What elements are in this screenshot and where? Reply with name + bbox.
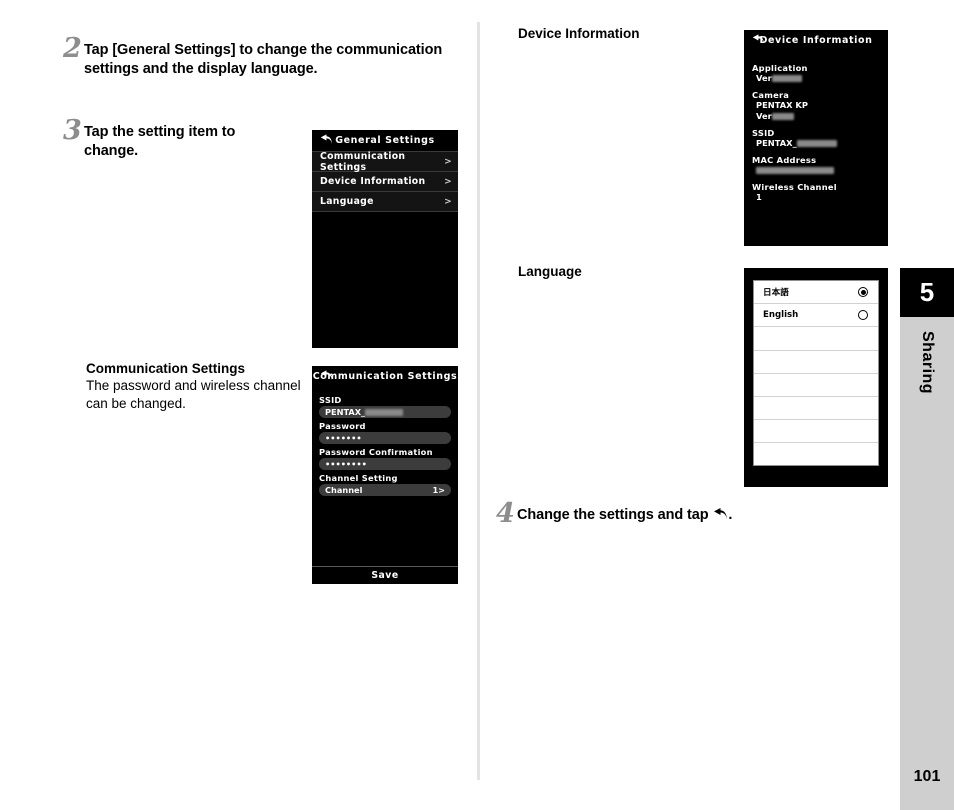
communication-settings-body: SSID PENTAX_XXXXXX Password ••••••• Pass… [312, 387, 458, 496]
language-option-english[interactable]: English [754, 304, 878, 328]
chapter-rail: 5 Sharing [900, 268, 954, 810]
back-arrow-icon [714, 508, 728, 520]
step-2-text: Tap [General Settings] to change the com… [84, 42, 443, 77]
redacted-ssid: XXXXXX [365, 409, 404, 416]
empty-area [312, 211, 458, 212]
chevron-right-icon: > [444, 196, 452, 207]
list-item-communication-settings[interactable]: Communication Settings > [312, 150, 458, 173]
list-item-label: Language [320, 196, 374, 207]
step-4: 4 Change the settings and tap . [496, 498, 826, 529]
ssid-value: PENTAX_XXXXXX [752, 138, 888, 149]
password-label: Password [319, 421, 366, 431]
mac-address-key: MAC Address [752, 155, 817, 165]
back-arrow-icon[interactable] [751, 34, 765, 47]
password-confirmation-value: •••••••• [325, 459, 367, 469]
application-version: VerXXXX [752, 73, 888, 84]
step-3-number: 3 [63, 115, 82, 146]
redacted-mac-address: XX:XX:XX:XX:XX:XX [756, 167, 834, 174]
step-3-text: Tap the setting item to change. [84, 124, 236, 159]
language-option-empty [754, 327, 878, 351]
list-item-label: Communication Settings [320, 150, 406, 173]
caption-title: Language [518, 264, 582, 279]
chapter-number: 5 [900, 268, 954, 317]
list-item-label: Device Information [320, 176, 426, 187]
manual-page: 2 Tap [General Settings] to change the c… [0, 0, 954, 810]
language-option-empty [754, 443, 878, 466]
back-arrow-icon[interactable] [319, 370, 333, 383]
radio-unselected-icon[interactable] [858, 310, 868, 321]
chevron-right-icon: > [444, 176, 452, 187]
step-2: 2 Tap [General Settings] to change the c… [63, 33, 463, 78]
password-confirmation-label: Password Confirmation [319, 447, 433, 457]
channel-setting-label: Channel Setting [319, 473, 398, 483]
caption-language: Language [518, 263, 582, 280]
radio-selected-icon[interactable] [858, 287, 868, 298]
step-4-text: Change the settings and tap . [517, 507, 733, 523]
language-option-empty [754, 397, 878, 421]
camera-version: VerXXX [752, 111, 888, 122]
language-list: 日本語 English [753, 280, 879, 466]
language-label: 日本語 [763, 288, 789, 299]
channel-row[interactable]: Channel 1> [319, 484, 451, 496]
channel-label: Channel [325, 485, 363, 495]
column-divider [477, 22, 480, 780]
camera-model: PENTAX KP [756, 100, 808, 110]
ssid-value: PENTAX_XXXXXX [325, 407, 445, 417]
language-option-empty [754, 351, 878, 374]
ssid-label: SSID [319, 395, 342, 405]
list-item-device-information[interactable]: Device Information > [312, 171, 458, 191]
general-settings-title: General Settings [335, 135, 435, 146]
caption-title: Device Information [518, 26, 640, 41]
screen-language: 日本語 English [744, 268, 888, 487]
language-option-japanese[interactable]: 日本語 [754, 281, 878, 305]
redacted-application-version: XXXX [771, 75, 802, 82]
screen-general-settings: General Settings Communication Settings … [312, 130, 458, 348]
language-option-empty [754, 374, 878, 397]
ssid-input[interactable]: PENTAX_XXXXXX [319, 406, 451, 418]
step-4-number: 4 [496, 498, 515, 529]
ssid-key: SSID [752, 128, 775, 138]
caption-communication-settings: Communication Settings The password and … [86, 360, 301, 412]
password-confirmation-input[interactable]: •••••••• [319, 458, 451, 470]
language-label: English [763, 310, 799, 321]
chevron-right-icon: > [444, 156, 452, 167]
back-arrow-icon[interactable] [319, 134, 333, 147]
caption-title: Communication Settings [86, 361, 246, 376]
step-2-number: 2 [63, 33, 82, 64]
screen-device-information: Device Information Application VerXXXX C… [744, 30, 888, 246]
save-button[interactable]: Save [312, 566, 458, 584]
caption-device-information: Device Information [518, 25, 640, 42]
password-input[interactable]: ••••••• [319, 432, 451, 444]
mac-address-value: XX:XX:XX:XX:XX:XX [752, 165, 888, 176]
step-3: 3 Tap the setting item to change. [63, 115, 293, 160]
device-information-titlebar: Device Information [744, 30, 888, 51]
device-information-body: Application VerXXXX Camera PENTAX KP Ver… [744, 51, 888, 203]
screen-communication-settings: Communication Settings SSID PENTAX_XXXXX… [312, 366, 458, 584]
language-option-empty [754, 420, 878, 444]
channel-value: 1> [432, 485, 445, 495]
chapter-title: Sharing [919, 331, 936, 395]
wireless-channel-key: Wireless Channel [752, 182, 837, 192]
list-item-language[interactable]: Language > [312, 191, 458, 211]
caption-body: The password and wireless channel can be… [86, 378, 301, 411]
device-information-title: Device Information [759, 35, 873, 46]
communication-settings-title: Communication Settings [312, 371, 458, 382]
password-value: ••••••• [325, 433, 362, 443]
communication-settings-titlebar: Communication Settings [312, 366, 458, 387]
page-number: 101 [913, 768, 941, 785]
application-key: Application [752, 63, 808, 73]
redacted-camera-version: XXX [771, 113, 794, 120]
redacted-ssid: XXXXXX [796, 140, 837, 147]
general-settings-titlebar: General Settings [312, 130, 458, 151]
camera-key: Camera [752, 90, 790, 100]
wireless-channel-value: 1 [756, 192, 762, 202]
